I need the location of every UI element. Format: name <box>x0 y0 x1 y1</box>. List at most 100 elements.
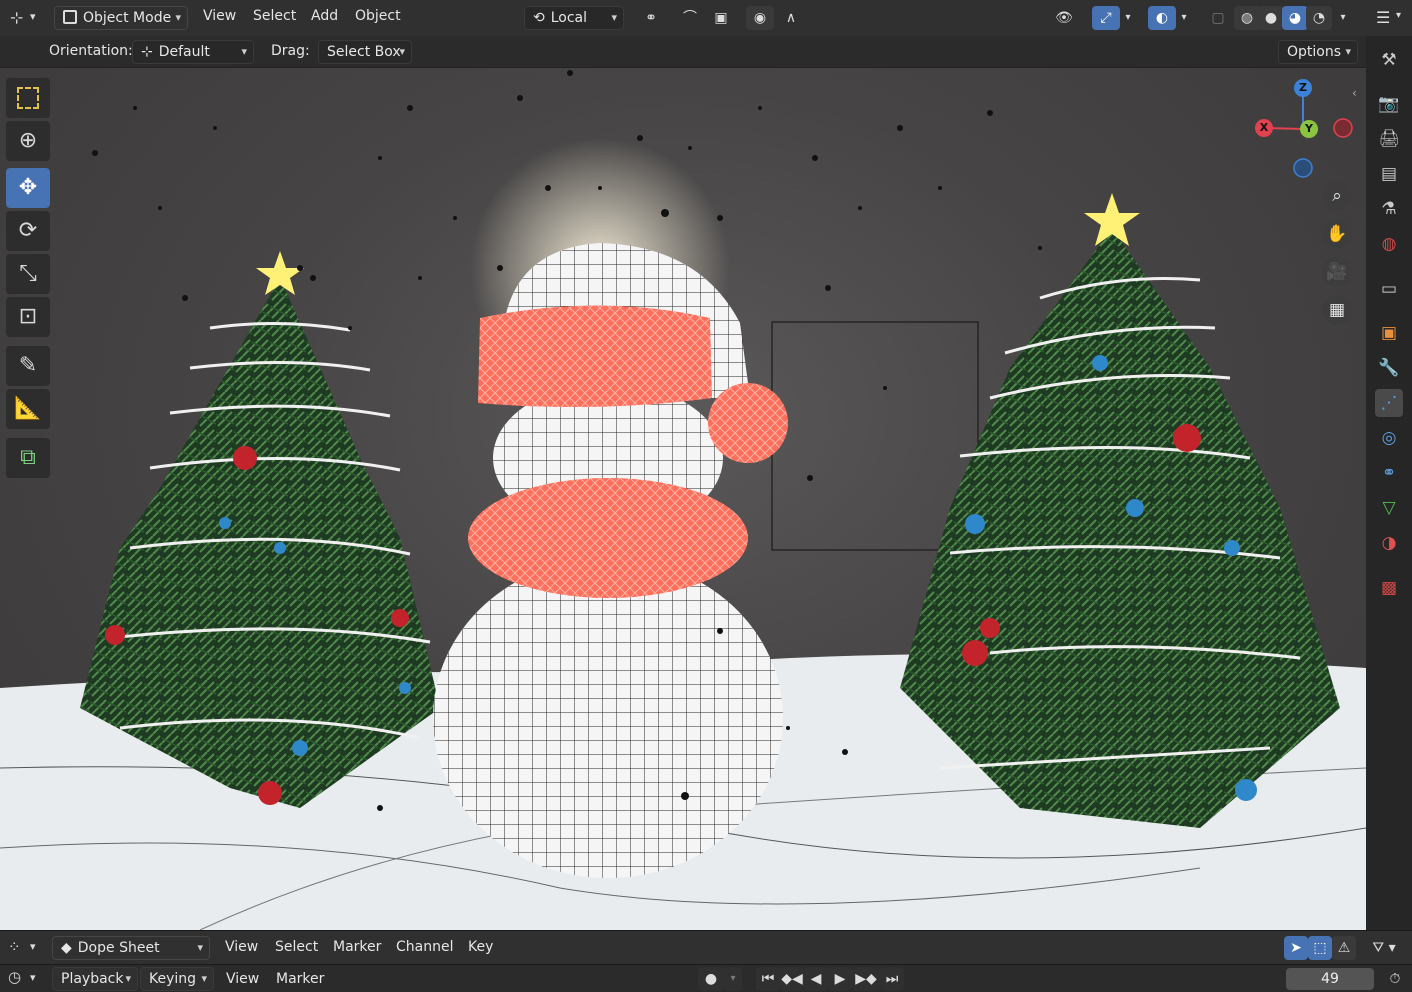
gizmo-dropdown[interactable]: ▾ <box>1120 6 1136 30</box>
snowman <box>433 138 788 878</box>
sidebar-toggle[interactable]: ‹ <box>1352 86 1357 100</box>
render-icon: 📷 <box>1378 94 1400 114</box>
output-tab[interactable]: 🖨 <box>1375 125 1403 153</box>
dope-menu-key[interactable]: Key <box>468 939 493 955</box>
pan-button[interactable]: ✋ <box>1322 219 1352 249</box>
dope-mode-dropdown[interactable]: ◆ Dope Sheet ▾ <box>52 936 210 960</box>
select-box-tool[interactable] <box>6 78 50 118</box>
playback-dropdown[interactable]: Playback ▾ <box>52 967 138 991</box>
gizmo-z-axis[interactable]: Z <box>1294 79 1312 97</box>
next-keyframe-button[interactable]: ▶◆ <box>852 967 880 991</box>
overlay-dropdown[interactable]: ▾ <box>1176 6 1192 30</box>
falloff-button[interactable]: ∧ <box>774 6 808 30</box>
texture-tab[interactable]: ▩ <box>1375 574 1403 602</box>
menu-object[interactable]: Object <box>355 8 401 24</box>
dope-menu-marker[interactable]: Marker <box>333 939 381 955</box>
particles-tab[interactable]: ⋰ <box>1375 389 1403 417</box>
dope-menu-view[interactable]: View <box>225 939 258 955</box>
jump-end-button[interactable]: ⏭ <box>880 967 904 991</box>
shading-solid-button[interactable]: ● <box>1258 6 1284 30</box>
timer-button[interactable]: ⏱ <box>1382 967 1408 991</box>
falloff-icon: ∧ <box>785 10 797 26</box>
play-reverse-button[interactable]: ◀ <box>804 967 828 991</box>
xray-toggle[interactable]: ▢ <box>1204 6 1232 30</box>
physics-tab[interactable]: ◎ <box>1375 424 1403 452</box>
dope-menu-channel[interactable]: Channel <box>396 939 453 955</box>
menu-add[interactable]: Add <box>311 8 338 24</box>
material-tab[interactable]: ◑ <box>1375 529 1403 557</box>
overlay-toggle[interactable]: ◐ <box>1148 6 1176 30</box>
select-frame-icon: ⬚ <box>1313 940 1327 956</box>
jump-start-button[interactable]: ⏮ <box>756 967 780 991</box>
properties-editor-type-button[interactable]: ☰ ▾ <box>1366 0 1412 36</box>
rotate-tool[interactable]: ⟳ <box>6 211 50 251</box>
auto-key-dropdown[interactable]: ▾ <box>724 967 742 991</box>
annotate-tool[interactable]: ✎ <box>6 346 50 386</box>
options-dropdown[interactable]: Options ▾ <box>1278 40 1358 64</box>
gizmo-x-axis[interactable]: X <box>1255 119 1273 137</box>
collection-tab[interactable]: ▭ <box>1375 275 1403 303</box>
perspective-toggle-button[interactable]: ▦ <box>1322 295 1352 325</box>
shading-rendered-button[interactable]: ◔ <box>1306 6 1332 30</box>
auto-key-toggle[interactable]: ● <box>698 967 724 991</box>
world-tab[interactable]: ◍ <box>1375 230 1403 258</box>
dope-editor-type-button[interactable]: ⁘ ▾ <box>6 936 46 960</box>
shading-material-button[interactable]: ◕ <box>1282 6 1308 30</box>
collection-icon: ▭ <box>1380 279 1398 299</box>
pivot-button[interactable]: ⚭ <box>634 6 668 30</box>
orientation-dropdown[interactable]: ⊹ Default ▾ <box>132 40 254 64</box>
filter-button[interactable]: ⛛ ▾ <box>1364 936 1404 960</box>
errors-toggle[interactable]: ⚠ <box>1332 936 1356 960</box>
timeline-editor-type-button[interactable]: ◷ ▾ <box>6 968 46 990</box>
timeline-menu-view[interactable]: View <box>226 971 259 987</box>
shading-material-icon: ◕ <box>1288 10 1302 26</box>
tool-tab[interactable]: ⚒ <box>1375 46 1403 74</box>
3d-viewport[interactable]: Z X Y ⌕ ✋ 🎥 ▦ ‹ ⊕ ✥ ⟳ ⤡ ⊡ ✎ 📐 ⧉ <box>0 68 1366 930</box>
grid-perspective-icon: ▦ <box>1328 300 1346 320</box>
gizmo-y-axis[interactable]: Y <box>1300 120 1318 138</box>
shading-rendered-icon: ◔ <box>1312 10 1326 26</box>
shading-wireframe-button[interactable]: ◍ <box>1234 6 1260 30</box>
navigation-gizmo[interactable]: Z X Y <box>1250 78 1356 184</box>
axis-icon: ⊹ <box>10 8 24 27</box>
transform-orientation-dropdown[interactable]: ⟲ Local ▾ <box>524 6 624 30</box>
only-selected-toggle[interactable]: ➤ <box>1284 936 1308 960</box>
keying-dropdown[interactable]: Keying ▾ <box>140 967 214 991</box>
menu-select[interactable]: Select <box>253 8 296 24</box>
move-tool[interactable]: ✥ <box>6 168 50 208</box>
gizmo-icon: ⤢ <box>1100 10 1112 26</box>
data-tab[interactable]: ▽ <box>1375 494 1403 522</box>
camera-view-button[interactable]: 🎥 <box>1322 257 1352 287</box>
timeline-menu-marker[interactable]: Marker <box>276 971 324 987</box>
proportional-edit-toggle[interactable]: ◉ <box>746 6 774 30</box>
shading-solid-icon: ● <box>1264 10 1278 26</box>
shading-dropdown[interactable]: ▾ <box>1334 6 1352 30</box>
snap-target-button[interactable]: ▣ <box>702 6 740 30</box>
dope-menu-select[interactable]: Select <box>275 939 318 955</box>
current-frame-field[interactable]: 49 <box>1286 968 1374 990</box>
mode-dropdown[interactable]: Object Mode ▾ <box>54 6 188 30</box>
constraints-tab[interactable]: ⚭ <box>1375 459 1403 487</box>
visibility-button[interactable]: 👁 <box>1044 6 1084 30</box>
view-layer-tab[interactable]: ▤ <box>1375 160 1403 188</box>
gizmo-toggle[interactable]: ⤢ <box>1092 6 1120 30</box>
zoom-button[interactable]: ⌕ <box>1322 181 1352 211</box>
play-button[interactable]: ▶ <box>828 967 852 991</box>
scene-tab[interactable]: ⚗ <box>1375 195 1403 223</box>
drag-dropdown[interactable]: Select Box ▾ <box>318 40 412 64</box>
scene-icon: ⚗ <box>1381 199 1397 219</box>
measure-tool[interactable]: 📐 <box>6 389 50 429</box>
cursor-tool[interactable]: ⊕ <box>6 121 50 161</box>
modifier-tab[interactable]: 🔧 <box>1375 354 1403 382</box>
render-tab[interactable]: 📷 <box>1375 90 1403 118</box>
scale-tool[interactable]: ⤡ <box>6 254 50 294</box>
editor-type-button[interactable]: ⊹ ▾ <box>6 6 46 30</box>
add-cube-tool[interactable]: ⧉ <box>6 438 50 478</box>
transform-tool[interactable]: ⊡ <box>6 297 50 337</box>
snap-toggle[interactable]: ⌒ <box>676 6 704 30</box>
prev-keyframe-button[interactable]: ◆◀ <box>780 967 804 991</box>
mode-label: Object Mode <box>83 10 172 26</box>
object-tab[interactable]: ▣ <box>1375 319 1403 347</box>
show-hidden-toggle[interactable]: ⬚ <box>1308 936 1332 960</box>
menu-view[interactable]: View <box>203 8 236 24</box>
